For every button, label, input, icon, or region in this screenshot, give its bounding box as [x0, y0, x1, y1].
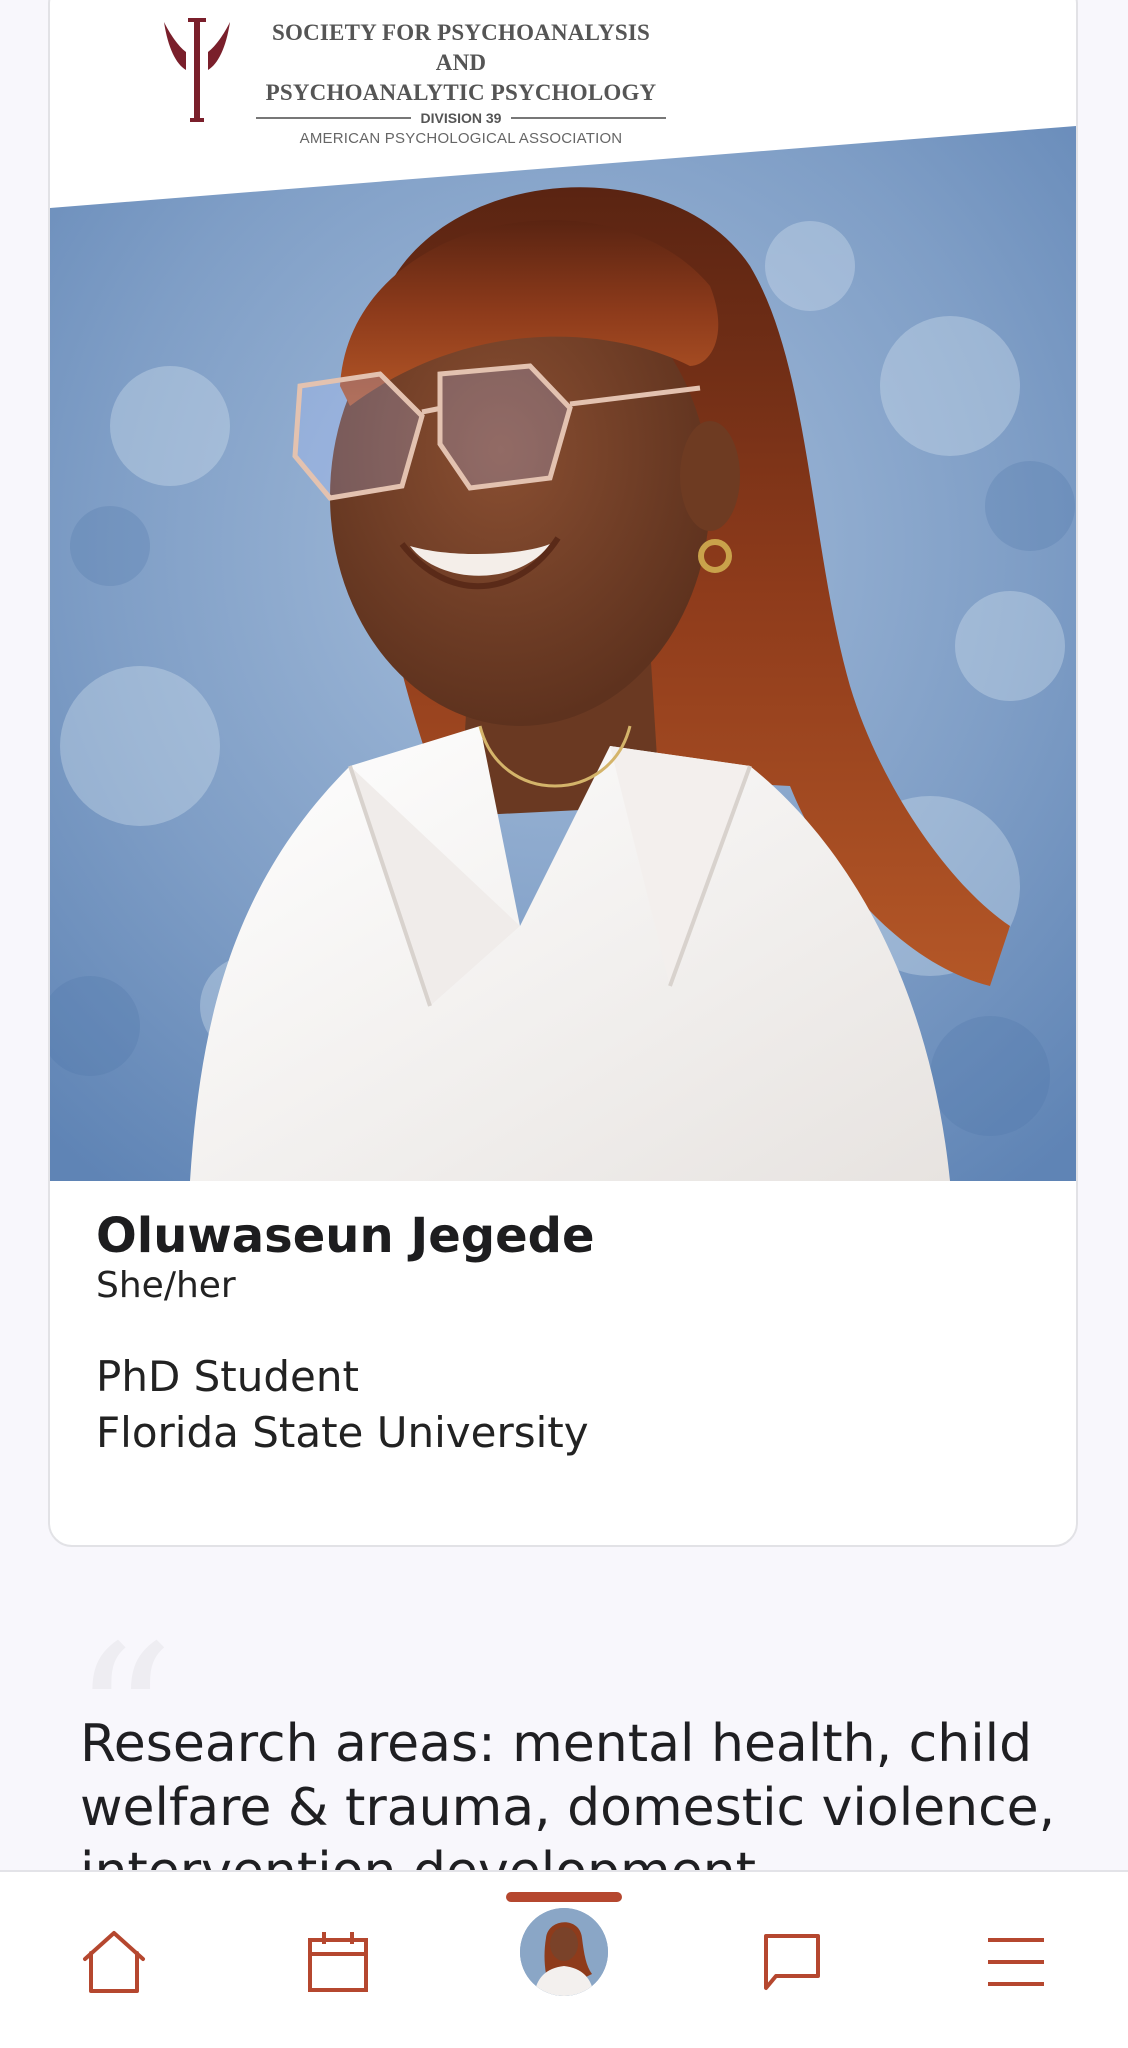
- active-tab-indicator: [506, 1892, 622, 1902]
- logo-line-2: PSYCHOANALYTIC PSYCHOLOGY: [265, 80, 657, 105]
- home-icon: [83, 1931, 145, 1993]
- calendar-icon: [308, 1932, 368, 1992]
- avatar: [520, 1908, 608, 1996]
- logo-wordmark: SOCIETY FOR PSYCHOANALYSIS AND PSYCHOANA…: [256, 18, 667, 147]
- association-name: AMERICAN PSYCHOLOGICAL ASSOCIATION: [299, 130, 623, 147]
- logo-line-1: SOCIETY FOR PSYCHOANALYSIS AND: [272, 20, 650, 75]
- logo-division: DIVISION 39: [256, 110, 667, 126]
- divider: [511, 117, 667, 119]
- nav-menu-button[interactable]: [976, 1922, 1056, 2002]
- nav-profile-avatar[interactable]: [520, 1908, 608, 1996]
- profile-institution: Florida State University: [96, 1408, 589, 1457]
- profile-role: PhD Student: [96, 1352, 359, 1401]
- nav-home-button[interactable]: [74, 1922, 154, 2002]
- bottom-navigation: [0, 1870, 1128, 2048]
- nav-messages-button[interactable]: [752, 1922, 832, 2002]
- profile-card: SOCIETY FOR PSYCHOANALYSIS AND PSYCHOANA…: [48, 0, 1078, 1547]
- profile-photo: [50, 126, 1076, 1181]
- profile-info: Oluwaseun Jegede She/her PhD Student Flo…: [96, 1207, 996, 1461]
- nav-calendar-button[interactable]: [298, 1922, 378, 2002]
- profile-pronouns: She/her: [96, 1265, 236, 1306]
- profile-name: Oluwaseun Jegede: [96, 1208, 595, 1264]
- chat-icon: [764, 1934, 820, 1990]
- menu-icon: [988, 1938, 1044, 1986]
- divider: [256, 117, 411, 119]
- psi-logo-icon: [164, 18, 230, 122]
- society-logo: SOCIETY FOR PSYCHOANALYSIS AND PSYCHOANA…: [110, 18, 667, 147]
- division-label: DIVISION 39: [420, 110, 502, 126]
